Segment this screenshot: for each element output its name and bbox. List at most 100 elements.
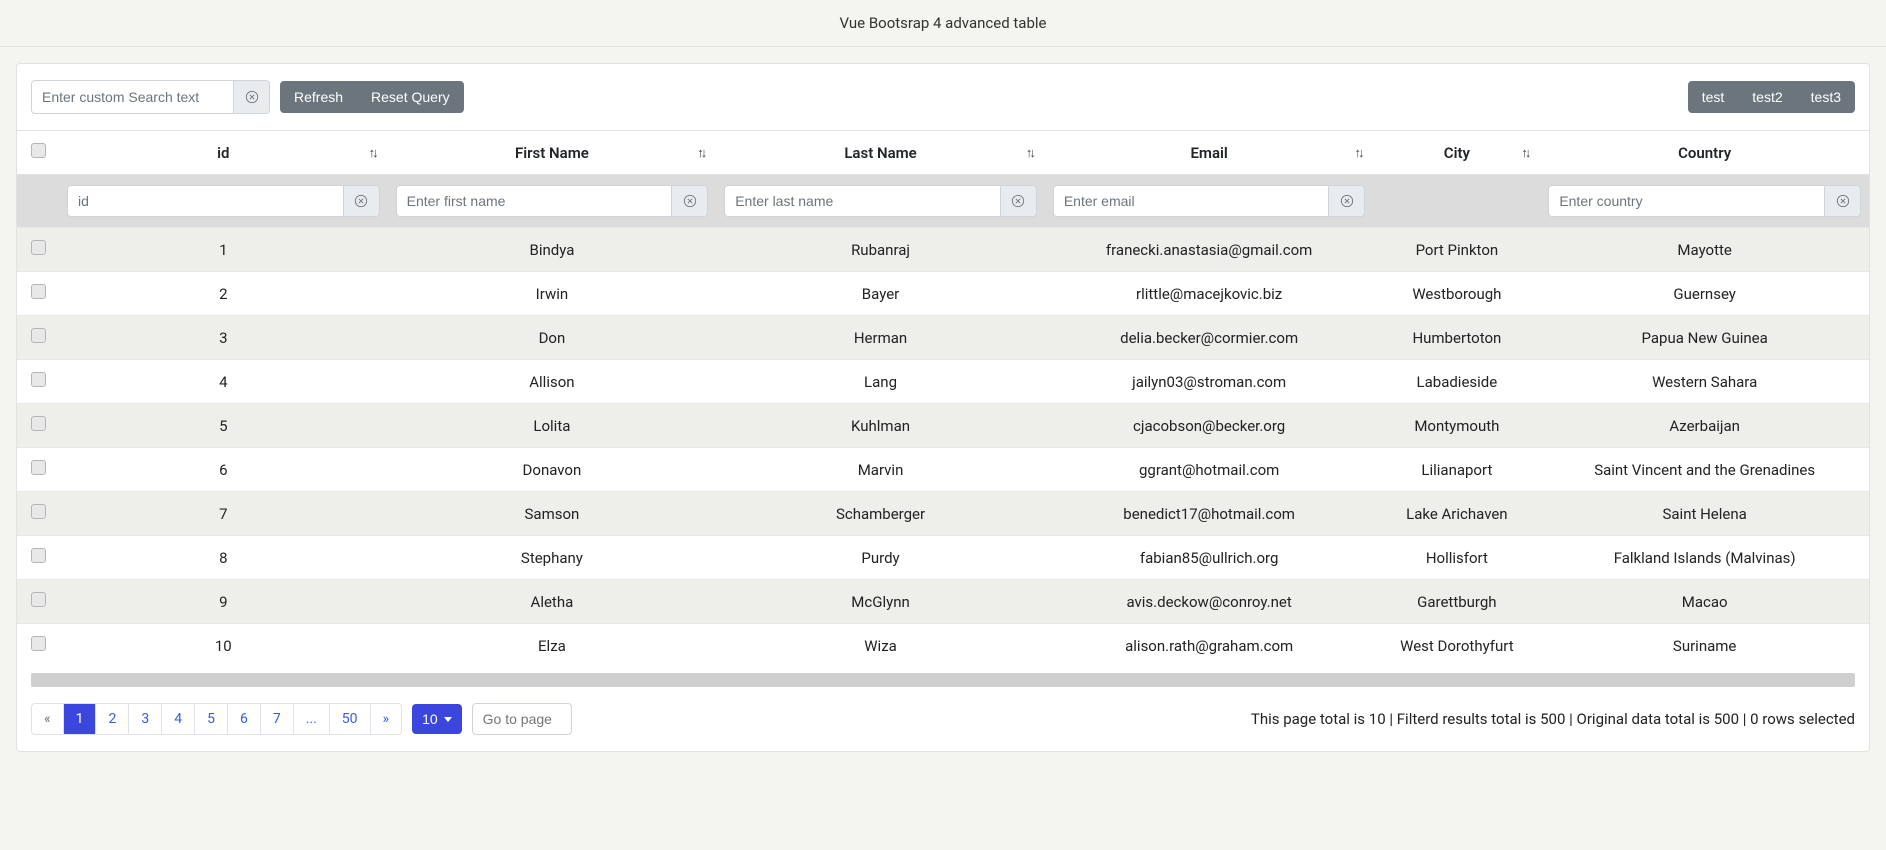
cell-first-name: Aletha <box>388 580 717 624</box>
row-checkbox[interactable] <box>31 548 46 563</box>
horizontal-scrollbar[interactable] <box>31 673 1855 687</box>
filter-id-input[interactable] <box>67 185 344 217</box>
cell-id: 9 <box>59 580 388 624</box>
page-item: 7 <box>261 704 294 734</box>
row-checkbox[interactable] <box>31 328 46 343</box>
status-selected-count: 0 <box>1750 710 1758 728</box>
test-button-3[interactable]: test3 <box>1797 81 1855 113</box>
header-id[interactable]: id↑↓ <box>59 131 388 175</box>
row-checkbox[interactable] <box>31 372 46 387</box>
clear-filter-country[interactable] <box>1825 185 1861 217</box>
table-row[interactable]: 8 Stephany Purdy fabian85@ullrich.org Ho… <box>17 536 1869 580</box>
cell-city: Lake Arichaven <box>1373 492 1540 536</box>
table-row[interactable]: 1 Bindya Rubanraj franecki.anastasia@gma… <box>17 228 1869 272</box>
clear-filter-first-name[interactable] <box>672 185 708 217</box>
clear-filter-id[interactable] <box>344 185 380 217</box>
caret-down-icon <box>444 717 452 722</box>
table-row[interactable]: 2 Irwin Bayer rlittle@macejkovic.biz Wes… <box>17 272 1869 316</box>
clear-search-button[interactable] <box>234 80 270 114</box>
cell-email: jailyn03@stroman.com <box>1045 360 1374 404</box>
clear-filter-last-name[interactable] <box>1001 185 1037 217</box>
page-link[interactable]: » <box>371 704 402 734</box>
cell-country: Saint Helena <box>1540 492 1869 536</box>
toolbar-actions: Refresh Reset Query <box>280 81 464 113</box>
row-checkbox[interactable] <box>31 416 46 431</box>
filter-last-name-input[interactable] <box>724 185 1001 217</box>
cell-first-name: Stephany <box>388 536 717 580</box>
close-circle-icon <box>354 194 368 208</box>
table-row[interactable]: 5 Lolita Kuhlman cjacobson@becker.org Mo… <box>17 404 1869 448</box>
header-label: Last Name <box>844 144 916 162</box>
page-link[interactable]: ... <box>294 704 329 734</box>
cell-country: Azerbaijan <box>1540 404 1869 448</box>
clear-filter-email[interactable] <box>1329 185 1365 217</box>
page-title: Vue Bootsrap 4 advanced table <box>840 14 1047 32</box>
header-city[interactable]: City↑↓ <box>1373 131 1540 175</box>
filter-country-cell <box>1540 175 1869 228</box>
page-link[interactable]: 3 <box>129 704 161 734</box>
row-checkbox-cell <box>17 624 59 668</box>
close-circle-icon <box>1011 194 1025 208</box>
filter-email-input[interactable] <box>1053 185 1330 217</box>
table-row[interactable]: 6 Donavon Marvin ggrant@hotmail.com Lili… <box>17 448 1869 492</box>
cell-last-name: Schamberger <box>716 492 1045 536</box>
cell-city: Montymouth <box>1373 404 1540 448</box>
table-row[interactable]: 10 Elza Wiza alison.rath@graham.com West… <box>17 624 1869 668</box>
global-search-input[interactable] <box>31 80 234 114</box>
page-size-dropdown[interactable]: 10 <box>412 704 462 734</box>
cell-email: fabian85@ullrich.org <box>1045 536 1374 580</box>
row-checkbox[interactable] <box>31 284 46 299</box>
cell-id: 8 <box>59 536 388 580</box>
page-link[interactable]: 1 <box>64 704 96 734</box>
row-checkbox-cell <box>17 404 59 448</box>
page-link[interactable]: 5 <box>195 704 227 734</box>
filter-country-input[interactable] <box>1548 185 1825 217</box>
table-row[interactable]: 9 Aletha McGlynn avis.deckow@conroy.net … <box>17 580 1869 624</box>
table-row[interactable]: 4 Allison Lang jailyn03@stroman.com Laba… <box>17 360 1869 404</box>
page-item: 1 <box>64 704 97 734</box>
page-link[interactable]: 7 <box>261 704 293 734</box>
header-label: Country <box>1678 144 1731 162</box>
cell-city: Garettburgh <box>1373 580 1540 624</box>
page-item: » <box>371 704 402 734</box>
page-link[interactable]: 6 <box>228 704 260 734</box>
cell-country: Papua New Guinea <box>1540 316 1869 360</box>
table-row[interactable]: 3 Don Herman delia.becker@cormier.com Hu… <box>17 316 1869 360</box>
select-all-checkbox[interactable] <box>31 143 46 158</box>
header-label: id <box>217 144 229 162</box>
refresh-button[interactable]: Refresh <box>280 81 357 113</box>
cell-city: Humbertoton <box>1373 316 1540 360</box>
header-last-name[interactable]: Last Name ↑↓ <box>716 131 1045 175</box>
toolbar-right-group: test test2 test3 <box>1688 81 1855 113</box>
header-checkbox-col <box>17 131 59 175</box>
row-checkbox[interactable] <box>31 636 46 651</box>
status-page-total: 10 <box>1369 710 1386 728</box>
page-link[interactable]: 2 <box>96 704 128 734</box>
row-checkbox[interactable] <box>31 240 46 255</box>
cell-country: Macao <box>1540 580 1869 624</box>
sort-icon: ↑↓ <box>1026 145 1033 161</box>
header-first-name[interactable]: First Name↑↓ <box>388 131 717 175</box>
close-circle-icon <box>1340 194 1354 208</box>
cell-country: Western Sahara <box>1540 360 1869 404</box>
row-checkbox-cell <box>17 536 59 580</box>
goto-page-input[interactable] <box>472 703 572 735</box>
reset-query-button[interactable]: Reset Query <box>357 81 464 113</box>
sort-icon: ↑↓ <box>1521 145 1528 161</box>
page-link[interactable]: 50 <box>330 704 370 734</box>
row-checkbox[interactable] <box>31 592 46 607</box>
test-button-2[interactable]: test2 <box>1738 81 1796 113</box>
cell-email: cjacobson@becker.org <box>1045 404 1374 448</box>
page-link[interactable]: « <box>32 704 63 734</box>
row-checkbox[interactable] <box>31 460 46 475</box>
row-checkbox[interactable] <box>31 504 46 519</box>
row-checkbox-cell <box>17 272 59 316</box>
page-link[interactable]: 4 <box>162 704 194 734</box>
cell-id: 10 <box>59 624 388 668</box>
filter-first-name-input[interactable] <box>396 185 673 217</box>
row-checkbox-cell <box>17 316 59 360</box>
table-row[interactable]: 7 Samson Schamberger benedict17@hotmail.… <box>17 492 1869 536</box>
test-button-1[interactable]: test <box>1688 81 1739 113</box>
header-email[interactable]: Email↑↓ <box>1045 131 1374 175</box>
header-label: First Name <box>515 144 589 162</box>
